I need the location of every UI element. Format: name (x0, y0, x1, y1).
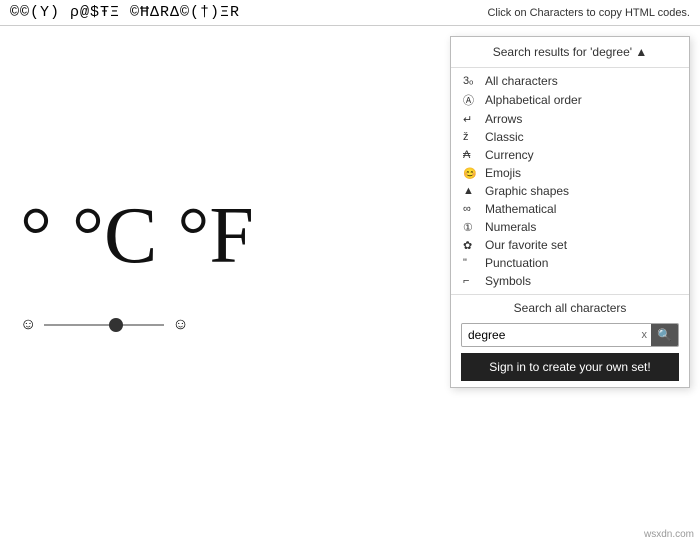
list-item[interactable]: ₳ Currency (451, 146, 689, 164)
degree-symbols-display: ° °C °F (20, 196, 254, 276)
category-label: Classic (485, 130, 524, 144)
category-icon: ↵ (463, 113, 481, 126)
category-label: Numerals (485, 220, 536, 234)
category-icon: ① (463, 221, 481, 234)
category-icon: ₳ (463, 149, 481, 161)
search-results-panel: Search results for 'degree' ▲ 3ₒ All char… (450, 36, 690, 388)
category-label: Currency (485, 148, 534, 162)
category-label: Mathematical (485, 202, 556, 216)
sign-in-button[interactable]: Sign in to create your own set! (461, 353, 679, 381)
watermark: wsxdn.com (644, 529, 694, 540)
list-item[interactable]: ⌐ Symbols (451, 272, 689, 290)
category-label: Graphic shapes (485, 184, 569, 198)
search-submit-button[interactable]: 🔍 (651, 324, 678, 346)
list-item[interactable]: ↵ Arrows (451, 110, 689, 128)
list-item[interactable]: ▲ Graphic shapes (451, 182, 689, 200)
search-clear-button[interactable]: x (638, 329, 652, 341)
list-item[interactable]: " Punctuation (451, 254, 689, 272)
category-list: 3ₒ All characters Ⓐ Alphabetical order ↵ Arro… (451, 68, 689, 294)
list-item[interactable]: 3ₒ All characters (451, 72, 689, 90)
slider-large-icon: ☺ (172, 316, 188, 334)
category-label: Symbols (485, 274, 531, 288)
slider-small-icon: ☺ (20, 316, 36, 334)
category-icon: ∞ (463, 203, 481, 215)
site-logo[interactable]: ©©(Y) ρ@$ŦΞ ©ĦΔRΔ©(†)ΞR (10, 4, 240, 21)
category-icon: " (463, 257, 481, 269)
category-icon: ▲ (463, 185, 481, 197)
category-icon: ✿ (463, 239, 481, 252)
list-item[interactable]: ① Numerals (451, 218, 689, 236)
category-icon: 3ₒ (463, 75, 481, 87)
size-slider[interactable]: ☺ ☺ (20, 316, 189, 334)
category-label: Emojis (485, 166, 521, 180)
category-label: All characters (485, 74, 558, 88)
slider-thumb[interactable] (109, 318, 123, 332)
slider-track[interactable] (44, 324, 164, 326)
search-input[interactable] (462, 324, 638, 346)
category-label: Punctuation (485, 256, 548, 270)
list-item[interactable]: ✿ Our favorite set (451, 236, 689, 254)
header-hint: Click on Characters to copy HTML codes. (487, 7, 690, 19)
category-icon: ž (463, 131, 481, 143)
main-area: ° °C °F ☺ ☺ Search results for 'degree' … (0, 26, 700, 544)
category-icon: 😊 (463, 167, 481, 180)
category-label: Alphabetical order (485, 93, 582, 107)
list-item[interactable]: ž Classic (451, 128, 689, 146)
page-header: ©©(Y) ρ@$ŦΞ ©ĦΔRΔ©(†)ΞR Click on Charact… (0, 0, 700, 26)
category-icon: ⌐ (463, 275, 481, 287)
list-item[interactable]: ∞ Mathematical (451, 200, 689, 218)
list-item[interactable]: 😊 Emojis (451, 164, 689, 182)
category-label: Arrows (485, 112, 522, 126)
category-label: Our favorite set (485, 238, 567, 252)
search-all-label: Search all characters (451, 294, 689, 319)
category-icon: Ⓐ (463, 92, 481, 108)
panel-header[interactable]: Search results for 'degree' ▲ (451, 37, 689, 68)
search-box[interactable]: x 🔍 (461, 323, 679, 347)
list-item[interactable]: Ⓐ Alphabetical order (451, 90, 689, 110)
